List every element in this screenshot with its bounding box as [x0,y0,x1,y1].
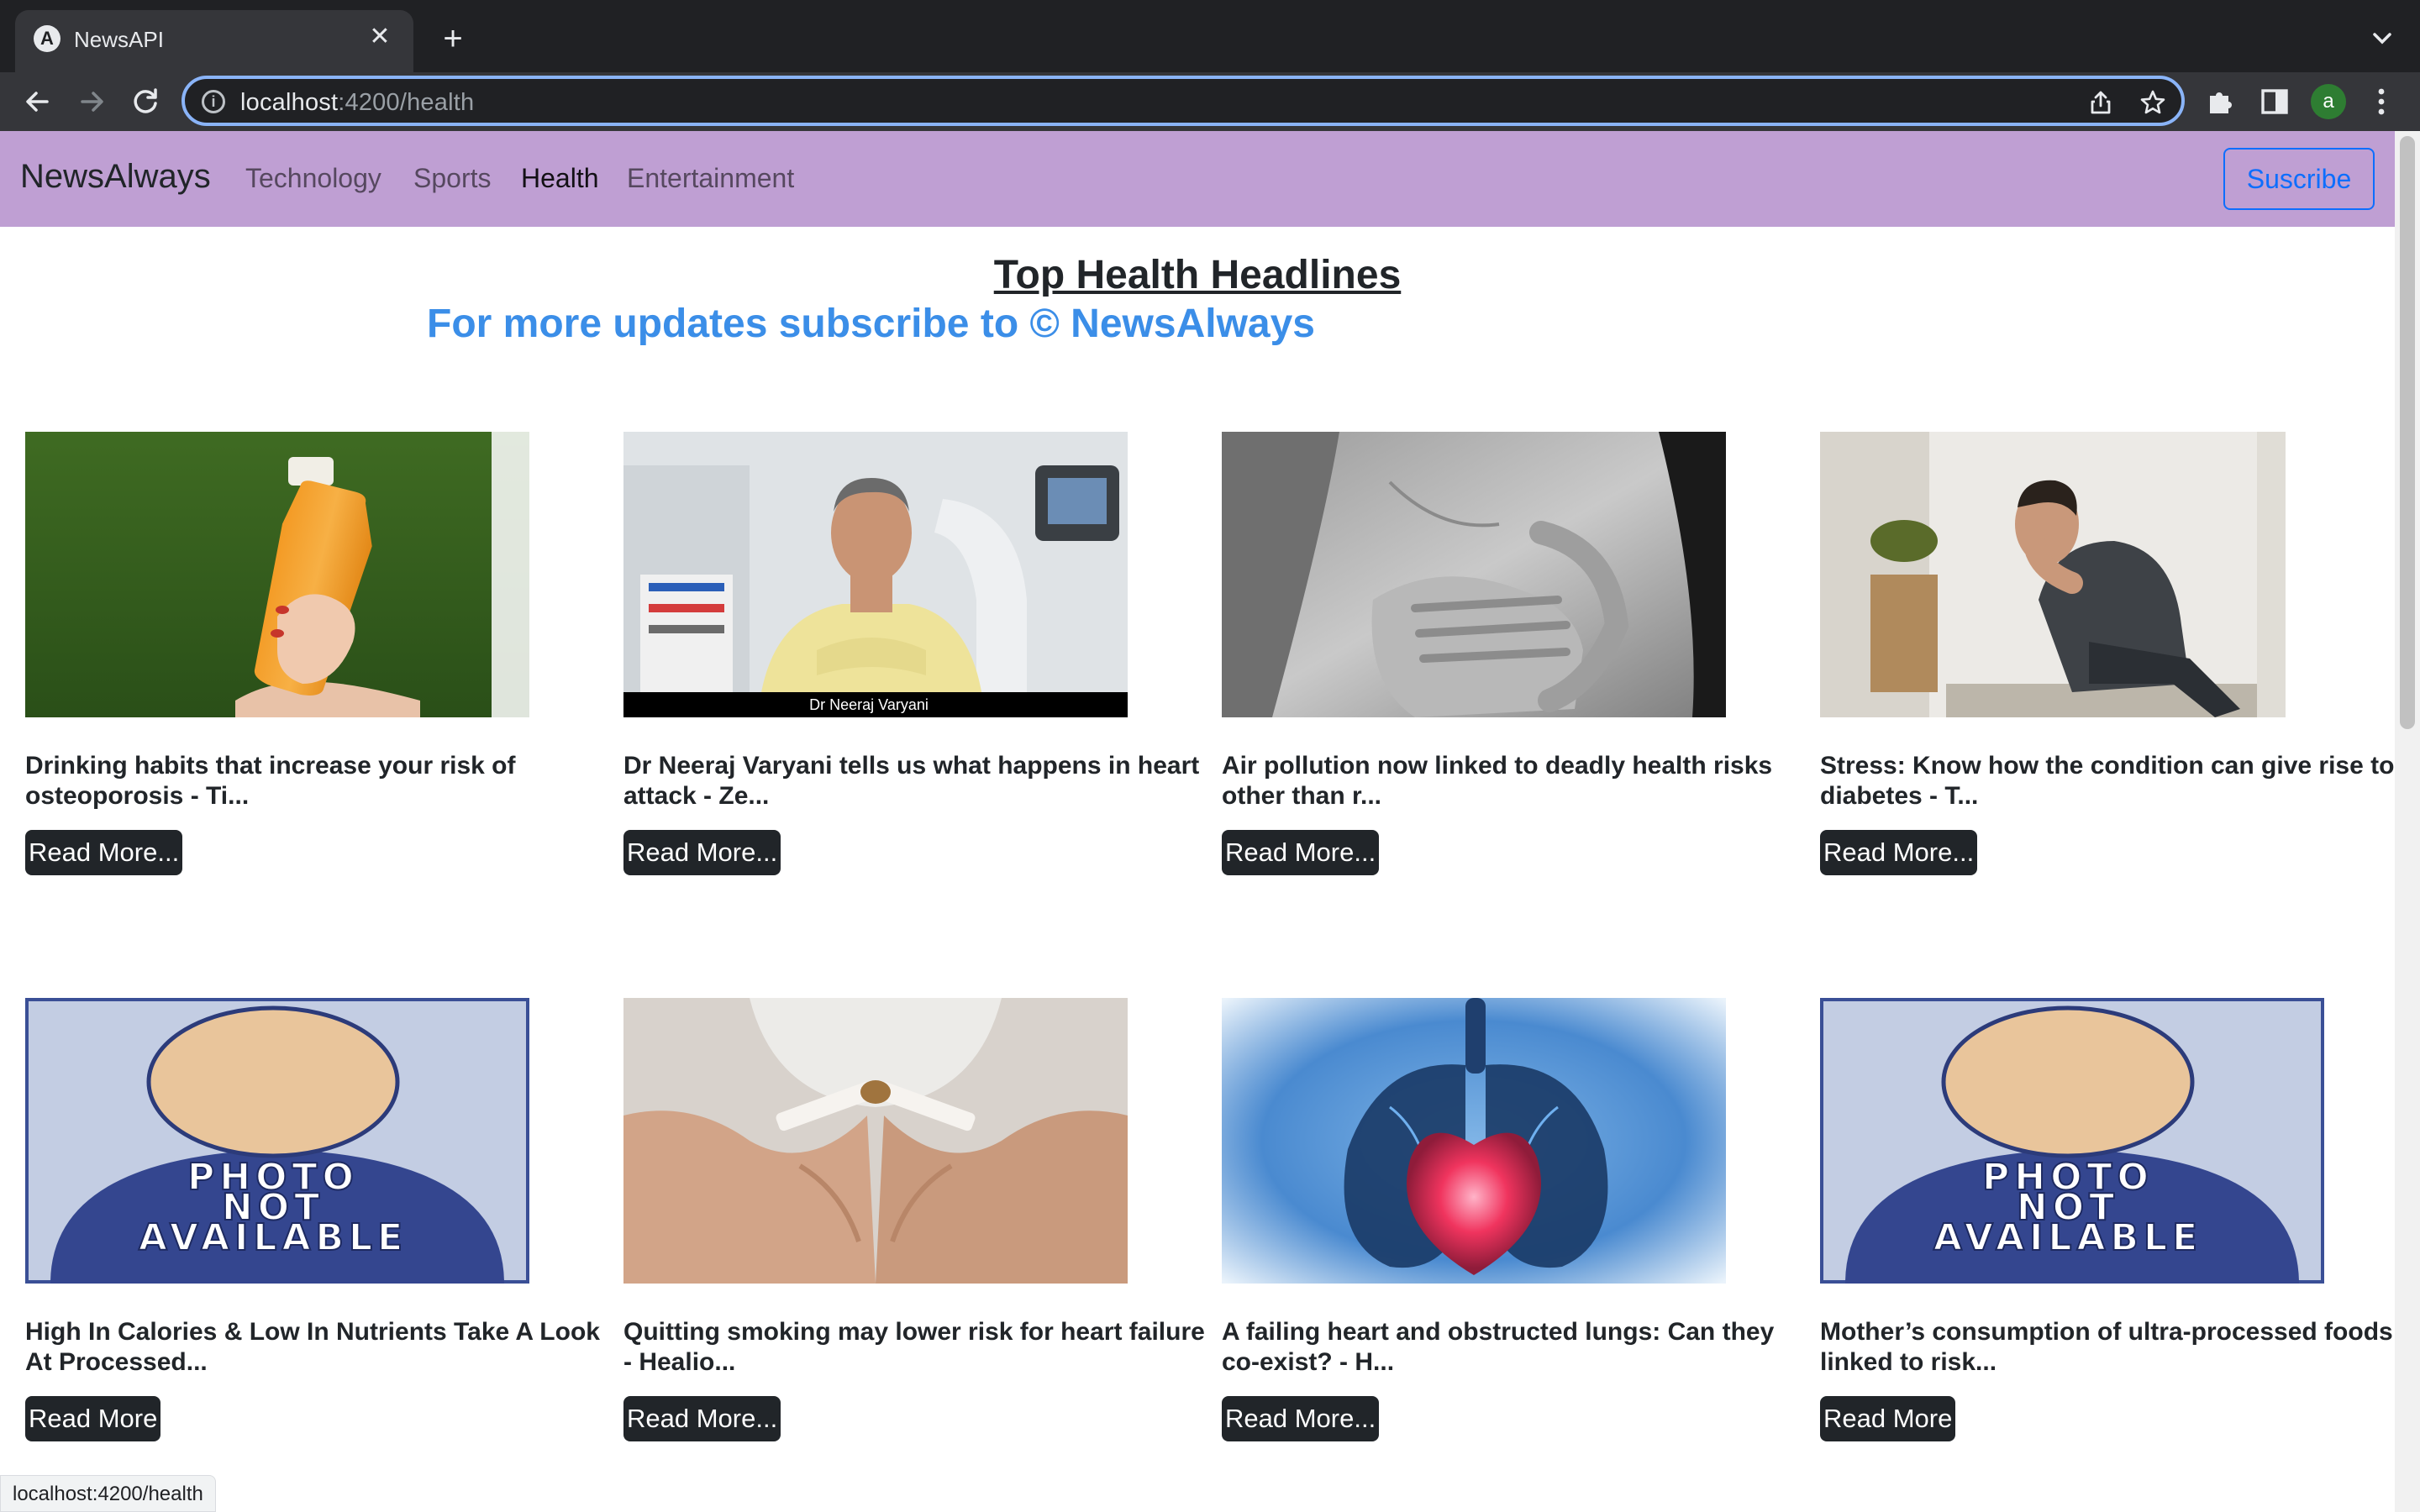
browser-tabstrip: A NewsAPI ✕ + [0,0,2420,72]
article-image-heart-lungs [1222,998,1726,1284]
browser-tab[interactable]: A NewsAPI ✕ [15,10,413,72]
url-path: :4200/health [338,89,475,116]
photo-not-available-image: PHOTO NOT AVAILABLE [25,998,529,1284]
read-more-button[interactable]: Read More... [1222,1396,1380,1441]
article-image-orange-juice [25,432,529,717]
browser-toolbar: i localhost:4200/health a [0,72,2420,131]
url-text[interactable]: localhost:4200/health [240,89,474,117]
placeholder-text-available: AVAILABLE [1933,1216,2202,1259]
article-image-broken-cigarette [623,998,1128,1284]
angular-favicon-icon: A [34,25,60,52]
article-title[interactable]: Dr Neeraj Varyani tells us what happens … [623,751,1212,811]
placeholder-text-available: AVAILABLE [139,1216,408,1259]
article-image-doctor: Dr Neeraj Varyani [623,432,1128,717]
link-status-bar: localhost:4200/health [0,1475,216,1512]
article-image-chest-pain [1222,432,1726,717]
share-icon[interactable] [2087,89,2114,116]
side-panel-icon[interactable] [2259,86,2291,118]
site-info-icon[interactable]: i [202,90,225,113]
forward-arrow-icon[interactable] [74,84,109,119]
read-more-button[interactable]: Read More... [25,830,183,875]
page-heading: Top Health Headlines [993,253,1402,297]
page-scrollbar[interactable] [2395,131,2420,1512]
read-more-button[interactable]: Read More [1820,1396,1956,1441]
photo-not-available-image: PHOTO NOT AVAILABLE [1820,998,2324,1284]
reload-icon[interactable] [128,84,163,119]
read-more-button[interactable]: Read More... [1820,830,1978,875]
tab-close-icon[interactable]: ✕ [365,22,395,52]
article-title[interactable]: Quitting smoking may lower risk for hear… [623,1317,1212,1378]
article-title[interactable]: Mother’s consumption of ultra-processed … [1820,1317,2408,1378]
article-title[interactable]: A failing heart and obstructed lungs: Ca… [1222,1317,1810,1378]
back-arrow-icon[interactable] [20,84,55,119]
extensions-puzzle-icon[interactable] [2205,86,2237,118]
url-host: localhost [240,89,339,116]
article-title[interactable]: Air pollution now linked to deadly healt… [1222,751,1810,811]
read-more-button[interactable]: Read More [25,1396,161,1441]
subscribe-subheading: For more updates subscribe to © NewsAlwa… [427,302,1315,346]
image-caption: Dr Neeraj Varyani [809,696,929,713]
brand-logo[interactable]: NewsAlways [20,158,211,196]
article-title[interactable]: Drinking habits that increase your risk … [25,751,613,811]
article-title[interactable]: Stress: Know how the condition can give … [1820,751,2408,811]
site-navbar: NewsAlways Technology Sports Health Ente… [0,131,2395,227]
nav-link-health[interactable]: Health [521,163,599,194]
read-more-button[interactable]: Read More... [623,830,781,875]
scrollbar-thumb[interactable] [2400,136,2415,729]
profile-avatar[interactable]: a [2311,84,2346,119]
bookmark-star-icon[interactable] [2139,89,2166,116]
subscribe-button[interactable]: Suscribe [2223,148,2375,210]
article-title[interactable]: High In Calories & Low In Nutrients Take… [25,1317,613,1378]
address-bar[interactable]: i localhost:4200/health [182,76,2185,126]
tab-title: NewsAPI [74,27,164,52]
article-image-stressed-man [1820,432,2324,717]
read-more-button[interactable]: Read More... [623,1396,781,1441]
tab-search-chevron-icon[interactable] [2370,25,2395,50]
nav-link-sports[interactable]: Sports [413,163,491,194]
browser-menu-icon[interactable] [2371,86,2391,118]
new-tab-icon[interactable]: + [435,22,471,57]
read-more-button[interactable]: Read More... [1222,830,1380,875]
nav-link-technology[interactable]: Technology [245,163,381,194]
nav-link-entertainment[interactable]: Entertainment [627,163,794,194]
